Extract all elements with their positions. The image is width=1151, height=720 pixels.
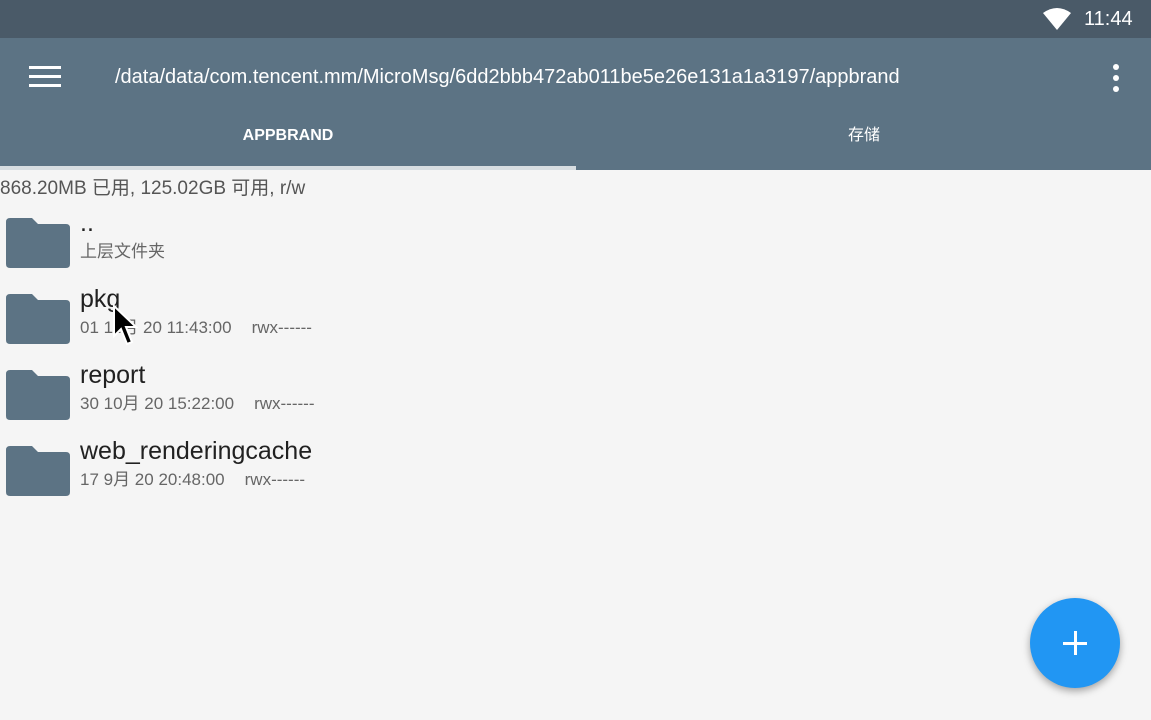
file-subtitle: 上层文件夹: [80, 241, 165, 263]
file-permissions: rwx------: [251, 318, 312, 337]
add-fab-button[interactable]: [1030, 598, 1120, 688]
folder-icon: [6, 370, 70, 420]
wifi-icon: [1043, 8, 1071, 30]
file-permissions: rwx------: [244, 470, 306, 489]
file-permissions: rwx------: [254, 394, 315, 413]
list-item-web-renderingcache[interactable]: web_renderingcache 17 9月 20 20:48:00 rwx-…: [0, 437, 1151, 514]
folder-icon: [6, 294, 70, 344]
file-name: web_renderingcache: [80, 437, 313, 465]
hamburger-menu-icon[interactable]: [22, 60, 68, 94]
file-date: 17 9月 20 20:48:00: [80, 470, 225, 489]
file-date: 上层文件夹: [80, 242, 165, 261]
status-time: 11:44: [1084, 8, 1133, 30]
tab-storage[interactable]: 存储: [576, 114, 1151, 170]
current-path-title: /data/data/com.tencent.mm/MicroMsg/6dd2b…: [115, 66, 900, 88]
status-bar: 11:44: [0, 0, 1151, 38]
file-date: 01 11月 20 11:43:00: [80, 318, 232, 337]
storage-info: 868.20MB 已用, 125.02GB 可用, r/w: [0, 178, 306, 199]
tab-appbrand[interactable]: APPBRAND: [0, 114, 576, 170]
folder-icon: [6, 218, 70, 268]
list-item-parent-folder[interactable]: .. 上层文件夹: [0, 209, 1151, 286]
file-name: report: [80, 361, 146, 389]
list-item-pkg[interactable]: pkg 01 11月 20 11:43:00 rwx------: [0, 285, 1151, 362]
file-date: 30 10月 20 15:22:00: [80, 394, 235, 413]
folder-icon: [6, 446, 70, 496]
app-toolbar: /data/data/com.tencent.mm/MicroMsg/6dd2b…: [0, 38, 1151, 170]
tab-indicator: [0, 166, 576, 170]
file-subtitle: 30 10月 20 15:22:00 rwx------: [80, 393, 314, 415]
file-subtitle: 01 11月 20 11:43:00 rwx------: [80, 317, 312, 339]
file-name: ..: [80, 209, 94, 237]
list-item-report[interactable]: report 30 10月 20 15:22:00 rwx------: [0, 361, 1151, 438]
more-vert-icon[interactable]: [1100, 58, 1132, 98]
file-subtitle: 17 9月 20 20:48:00 rwx------: [80, 469, 305, 491]
file-name: pkg: [80, 285, 121, 313]
